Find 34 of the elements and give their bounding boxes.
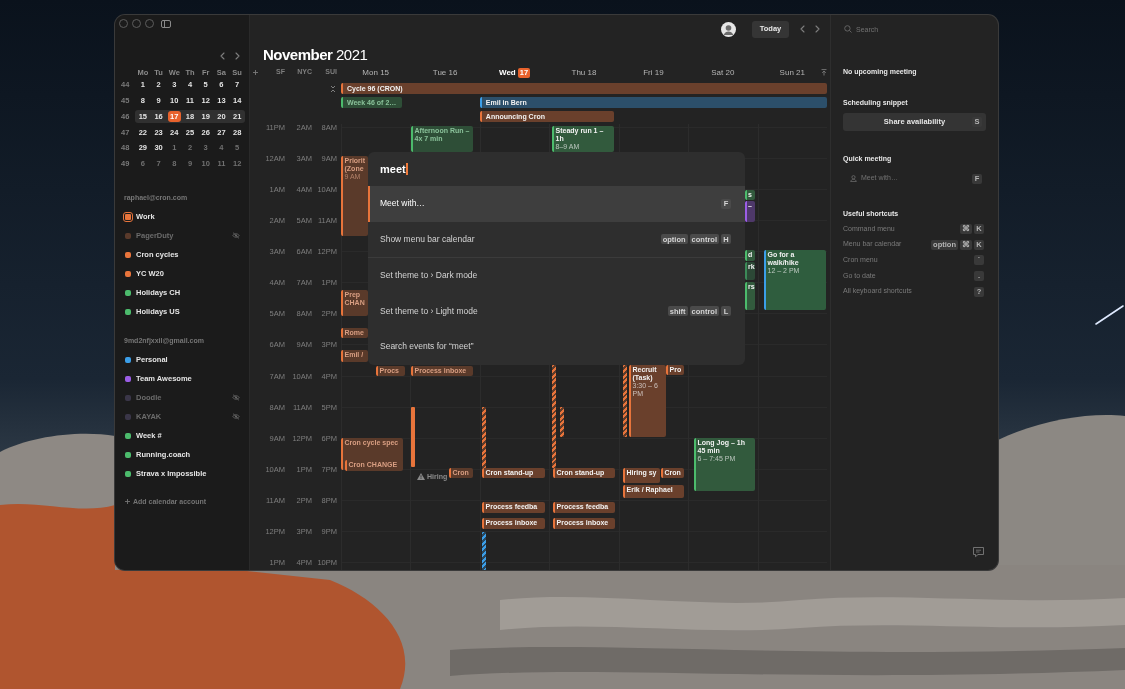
task-bar[interactable] <box>623 365 627 437</box>
avatar-icon[interactable] <box>721 21 736 37</box>
task-bar[interactable] <box>552 365 556 468</box>
sidebar-icon[interactable] <box>161 19 171 28</box>
day-header: Wed <box>499 66 516 79</box>
chevron-left-icon[interactable] <box>220 52 225 60</box>
comet-streak <box>1095 305 1124 325</box>
chevron-right-icon[interactable] <box>235 52 240 60</box>
chat-bubble-icon[interactable] <box>972 546 985 558</box>
day-header: Fri 19 <box>643 66 664 79</box>
eye-slash-icon[interactable] <box>232 413 240 421</box>
day-header: Sun 21 <box>779 66 805 79</box>
chevron-left-icon[interactable] <box>800 25 805 33</box>
task-bar[interactable] <box>560 407 564 437</box>
arrow-up-icon[interactable] <box>821 69 827 76</box>
day-header: Mon 15 <box>362 66 390 79</box>
command-menu-item[interactable]: Search events for “meet” <box>368 329 745 365</box>
chevron-right-icon[interactable] <box>815 25 820 33</box>
task-bar[interactable] <box>482 532 486 570</box>
eye-slash-icon[interactable] <box>232 232 240 240</box>
day-header: Tue 16 <box>432 66 458 79</box>
command-menu-item[interactable]: Set theme to › Dark mode <box>368 258 745 294</box>
text-caret-icon <box>406 163 408 175</box>
search-icon <box>844 25 852 33</box>
task-bar[interactable] <box>482 407 486 468</box>
day-header: Thu 18 <box>571 66 597 79</box>
eye-slash-icon[interactable] <box>232 394 240 402</box>
month-title: November 2021 <box>263 46 368 62</box>
plus-icon <box>125 499 130 505</box>
person-icon <box>850 175 857 182</box>
collapse-icon[interactable] <box>330 85 336 93</box>
command-search-field[interactable]: meet <box>368 152 745 186</box>
plus-icon[interactable] <box>253 70 258 75</box>
day-header: Sat 20 <box>711 66 735 79</box>
